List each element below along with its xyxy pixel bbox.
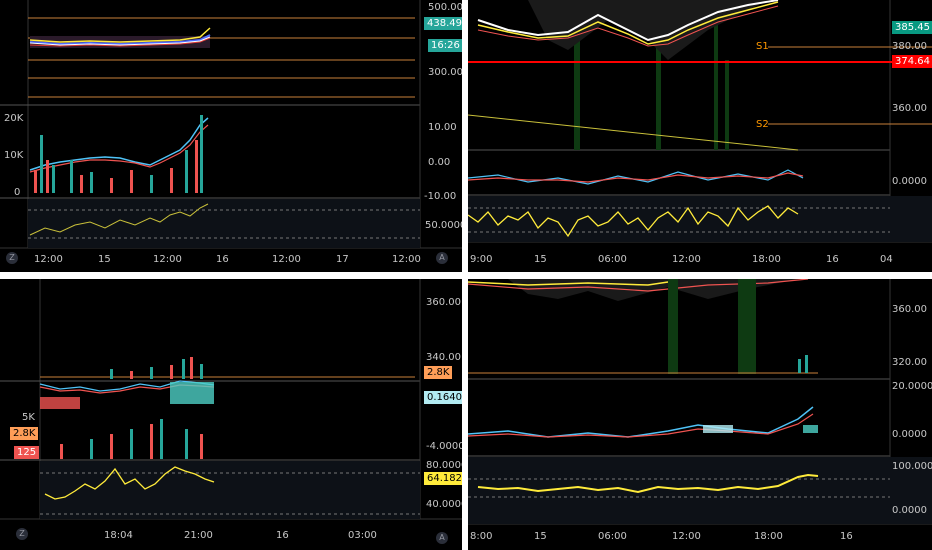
br-price-tick-360: 360.00 bbox=[892, 304, 927, 315]
tr-time-label: 9:00 bbox=[470, 254, 493, 265]
tl-osc-tick-0: 0.00 bbox=[428, 157, 451, 168]
tr-pivot-s2-label: S2 bbox=[756, 119, 769, 130]
tr-time-label: 15 bbox=[534, 254, 547, 265]
bl-chart-canvas[interactable] bbox=[0, 279, 462, 550]
bl-osc-tick: -4.0000 bbox=[426, 441, 462, 452]
br-time-label: 8:00 bbox=[470, 531, 493, 542]
chart-panel-top-right[interactable]: 385.45 380.00 374.64 360.00 0.0000 S1 S2… bbox=[468, 0, 932, 272]
tl-chart-canvas[interactable] bbox=[0, 0, 462, 272]
tl-vol-tick-10k: 10K bbox=[4, 150, 24, 161]
tr-osc-tick-0: 0.0000 bbox=[892, 176, 927, 187]
tl-osc-tick-10: 10.00 bbox=[428, 122, 457, 133]
br-chart-canvas[interactable] bbox=[468, 279, 932, 550]
br-price-tick-320: 320.00 bbox=[892, 357, 927, 368]
tl-time-label: 15 bbox=[98, 254, 111, 265]
tr-time-label: 18:00 bbox=[752, 254, 781, 265]
tl-osc-tick-neg10: -10.00 bbox=[424, 191, 457, 202]
bl-time-label: 21:00 bbox=[184, 530, 213, 541]
tr-price-tick-360: 360.00 bbox=[892, 103, 927, 114]
tr-time-label: 06:00 bbox=[598, 254, 627, 265]
tl-time-label: 16 bbox=[216, 254, 229, 265]
tr-time-label: 16 bbox=[826, 254, 839, 265]
bl-a-icon[interactable]: A bbox=[436, 532, 448, 544]
tr-low-tag: 374.64 bbox=[892, 55, 932, 68]
tl-a-icon[interactable]: A bbox=[436, 252, 448, 264]
bl-left-vol-tag2: 125 bbox=[14, 446, 40, 459]
tl-timer-tag: 16:26 bbox=[428, 39, 462, 52]
br-time-label: 15 bbox=[534, 531, 547, 542]
bl-time-label: 16 bbox=[276, 530, 289, 541]
bl-time-label: 18:04 bbox=[104, 530, 133, 541]
tl-price-tag: 438.49 bbox=[424, 17, 462, 30]
br-time-label: 18:00 bbox=[754, 531, 783, 542]
bl-rsi-tick-40: 40.0000 bbox=[426, 499, 462, 510]
bl-price-tick-360: 360.00 bbox=[426, 297, 461, 308]
bl-time-label: 03:00 bbox=[348, 530, 377, 541]
tr-pivot-s1-label: S1 bbox=[756, 41, 769, 52]
tl-price-tick-300: 300.00 bbox=[428, 67, 462, 78]
tl-vol-tick-20k: 20K bbox=[4, 113, 24, 124]
bl-vol-tag: 2.8K bbox=[424, 366, 453, 379]
tl-rsi-tick-50: 50.0000 bbox=[425, 220, 462, 231]
tl-time-label: 12:00 bbox=[272, 254, 301, 265]
tr-chart-canvas[interactable] bbox=[468, 0, 932, 272]
chart-panel-bottom-right[interactable]: 360.00 320.00 20.0000 0.0000 100.0000 0.… bbox=[468, 279, 932, 550]
tr-time-label: 04 bbox=[880, 254, 893, 265]
bl-z-icon[interactable]: Z bbox=[16, 528, 28, 540]
chart-panel-bottom-left[interactable]: 360.00 340.00 2.8K 0.1640 -4.0000 80.000… bbox=[0, 279, 462, 550]
bl-left-vol-tick: 5K bbox=[22, 412, 35, 423]
bl-left-vol-tag: 2.8K bbox=[10, 427, 39, 440]
bl-rsi-tag: 64.1829 bbox=[424, 472, 462, 485]
br-osc-tick-0: 0.0000 bbox=[892, 429, 927, 440]
br-time-label: 12:00 bbox=[672, 531, 701, 542]
tl-z-icon[interactable]: Z bbox=[6, 252, 18, 264]
tl-time-label: 12:00 bbox=[153, 254, 182, 265]
chart-panel-top-left[interactable]: 500.00 300.00 438.49 16:26 10.00 0.00 -1… bbox=[0, 0, 462, 272]
br-rsi-tick-0: 0.0000 bbox=[892, 505, 927, 516]
bl-price-tick-340: 340.00 bbox=[426, 352, 461, 363]
tr-price-tick-380: 380.00 bbox=[892, 41, 927, 52]
br-time-label: 06:00 bbox=[598, 531, 627, 542]
bl-rsi-tick-80: 80.0000 bbox=[426, 460, 462, 471]
bl-osc-tag: 0.1640 bbox=[424, 391, 462, 404]
br-rsi-tick-100: 100.0000 bbox=[892, 461, 932, 472]
br-time-label: 16 bbox=[840, 531, 853, 542]
tl-price-tick-500: 500.00 bbox=[428, 2, 462, 13]
tr-time-label: 12:00 bbox=[672, 254, 701, 265]
tl-time-label: 12:00 bbox=[392, 254, 421, 265]
tl-time-label: 12:00 bbox=[34, 254, 63, 265]
br-osc-tick-20: 20.0000 bbox=[892, 381, 932, 392]
tl-vol-tick-0: 0 bbox=[14, 187, 21, 198]
tr-price-tag: 385.45 bbox=[892, 21, 932, 34]
tl-time-label: 17 bbox=[336, 254, 349, 265]
